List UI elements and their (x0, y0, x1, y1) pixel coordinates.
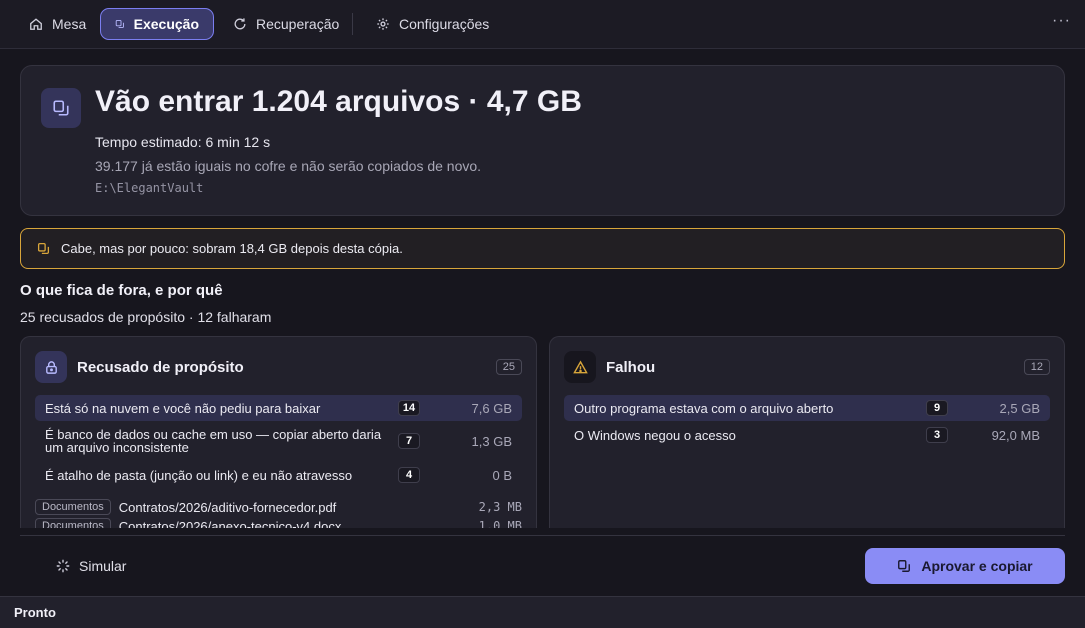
reason-size: 92,0 MB (991, 427, 1040, 443)
reason-size: 0 B (492, 467, 512, 483)
file-category-tag: Documentos (35, 518, 111, 528)
copy-icon (898, 560, 911, 572)
actionbar-divider (20, 535, 1065, 536)
refused-file-row[interactable]: Documentos Contratos/2026/anexo-tecnico-… (35, 518, 522, 528)
simulate-label: Simular (79, 558, 127, 574)
space-warning-banner: Cabe, mas por pouco: sobram 18,4 GB depo… (20, 228, 1065, 269)
simulate-button[interactable]: Simular (56, 558, 126, 574)
refused-title: Recusado de propósito (77, 359, 244, 376)
failed-reason-row[interactable]: Outro programa estava com o arquivo aber… (564, 395, 1050, 421)
tab-divider (352, 13, 353, 35)
excluded-section-summary: 25 recusados de propósito · 12 falharam (20, 309, 272, 325)
summary-card: Vão entrar 1.204 arquivos · 4,7 GB Tempo… (20, 65, 1065, 216)
copy-icon (37, 242, 50, 255)
spinner-icon (56, 559, 70, 573)
failed-reason-row[interactable]: O Windows negou o acesso 3 92,0 MB (564, 423, 1050, 447)
estimated-time: Tempo estimado: 6 min 12 s (95, 134, 271, 150)
tab-recuperacao[interactable]: Recuperação (218, 8, 354, 40)
failed-title: Falhou (606, 359, 656, 376)
reason-count: 14 (398, 400, 420, 416)
tab-label: Execução (133, 16, 199, 32)
reason-label: É banco de dados ou cache em uso — copia… (45, 427, 382, 455)
approve-label: Aprovar e copiar (921, 558, 1033, 574)
reason-size: 7,6 GB (471, 400, 512, 416)
home-icon (30, 18, 42, 30)
tab-configuracoes[interactable]: Configurações (361, 8, 504, 40)
summary-title: Vão entrar 1.204 arquivos · 4,7 GB (95, 85, 582, 118)
file-category-tag: Documentos (35, 499, 111, 515)
reason-size: 2,5 GB (999, 400, 1040, 416)
reason-size: 1,3 GB (471, 433, 512, 449)
refused-reason-row[interactable]: É banco de dados ou cache em uso — copia… (35, 425, 522, 457)
reason-count: 7 (398, 433, 420, 449)
copy-icon (115, 19, 124, 29)
tab-label: Recuperação (256, 16, 340, 32)
approve-copy-button[interactable]: Aprovar e copiar (865, 548, 1065, 584)
lock-icon (45, 360, 57, 374)
file-size: 1,0 MB (478, 519, 522, 528)
tab-label: Mesa (52, 16, 87, 32)
refused-reason-row[interactable]: É atalho de pasta (junção ou link) e eu … (35, 462, 522, 488)
tab-execucao[interactable]: Execução (100, 8, 214, 40)
tab-label: Configurações (399, 16, 490, 32)
status-bar: Pronto (0, 596, 1085, 628)
file-name: Contratos/2026/anexo-tecnico-v4.docx (118, 518, 342, 529)
warning-text: Cabe, mas por pouco: sobram 18,4 GB depo… (61, 241, 403, 256)
reason-label: Outro programa estava com o arquivo aber… (574, 400, 834, 416)
summary-icon-box (41, 88, 81, 128)
more-options-button[interactable]: ··· (1052, 12, 1071, 30)
refused-reason-row[interactable]: Está só na nuvem e você não pediu para b… (35, 395, 522, 421)
reason-count: 4 (398, 467, 420, 483)
reason-label: É atalho de pasta (junção ou link) e eu … (45, 467, 353, 483)
failed-icon-box (564, 351, 596, 383)
refused-panel: Recusado de propósito 25 Está só na nuve… (20, 336, 537, 528)
tab-mesa[interactable]: Mesa (14, 8, 101, 40)
copy-icon (53, 100, 69, 116)
file-size: 2,3 MB (478, 500, 522, 514)
failed-count-badge: 12 (1023, 359, 1050, 375)
gear-icon (377, 18, 389, 30)
status-text: Pronto (14, 605, 56, 620)
vault-path: E:\ElegantVault (95, 181, 204, 195)
refused-icon-box (35, 351, 67, 383)
refresh-icon (234, 18, 246, 30)
top-nav: Mesa Execução Recuperação Configurações … (0, 0, 1085, 49)
reason-count: 9 (926, 400, 948, 416)
reason-count: 3 (926, 427, 948, 443)
failed-panel: Falhou 12 Outro programa estava com o ar… (549, 336, 1065, 528)
file-name: Contratos/2026/aditivo-fornecedor.pdf (118, 499, 337, 515)
reason-label: Está só na nuvem e você não pediu para b… (45, 400, 321, 416)
refused-count-badge: 25 (495, 359, 522, 375)
excluded-section-heading: O que fica de fora, e por quê (20, 282, 223, 299)
refused-file-row[interactable]: Documentos Contratos/2026/aditivo-fornec… (35, 499, 522, 515)
reason-label: O Windows negou o acesso (574, 427, 736, 443)
warning-icon (572, 359, 588, 373)
unchanged-files-note: 39.177 já estão iguais no cofre e não se… (95, 158, 482, 174)
